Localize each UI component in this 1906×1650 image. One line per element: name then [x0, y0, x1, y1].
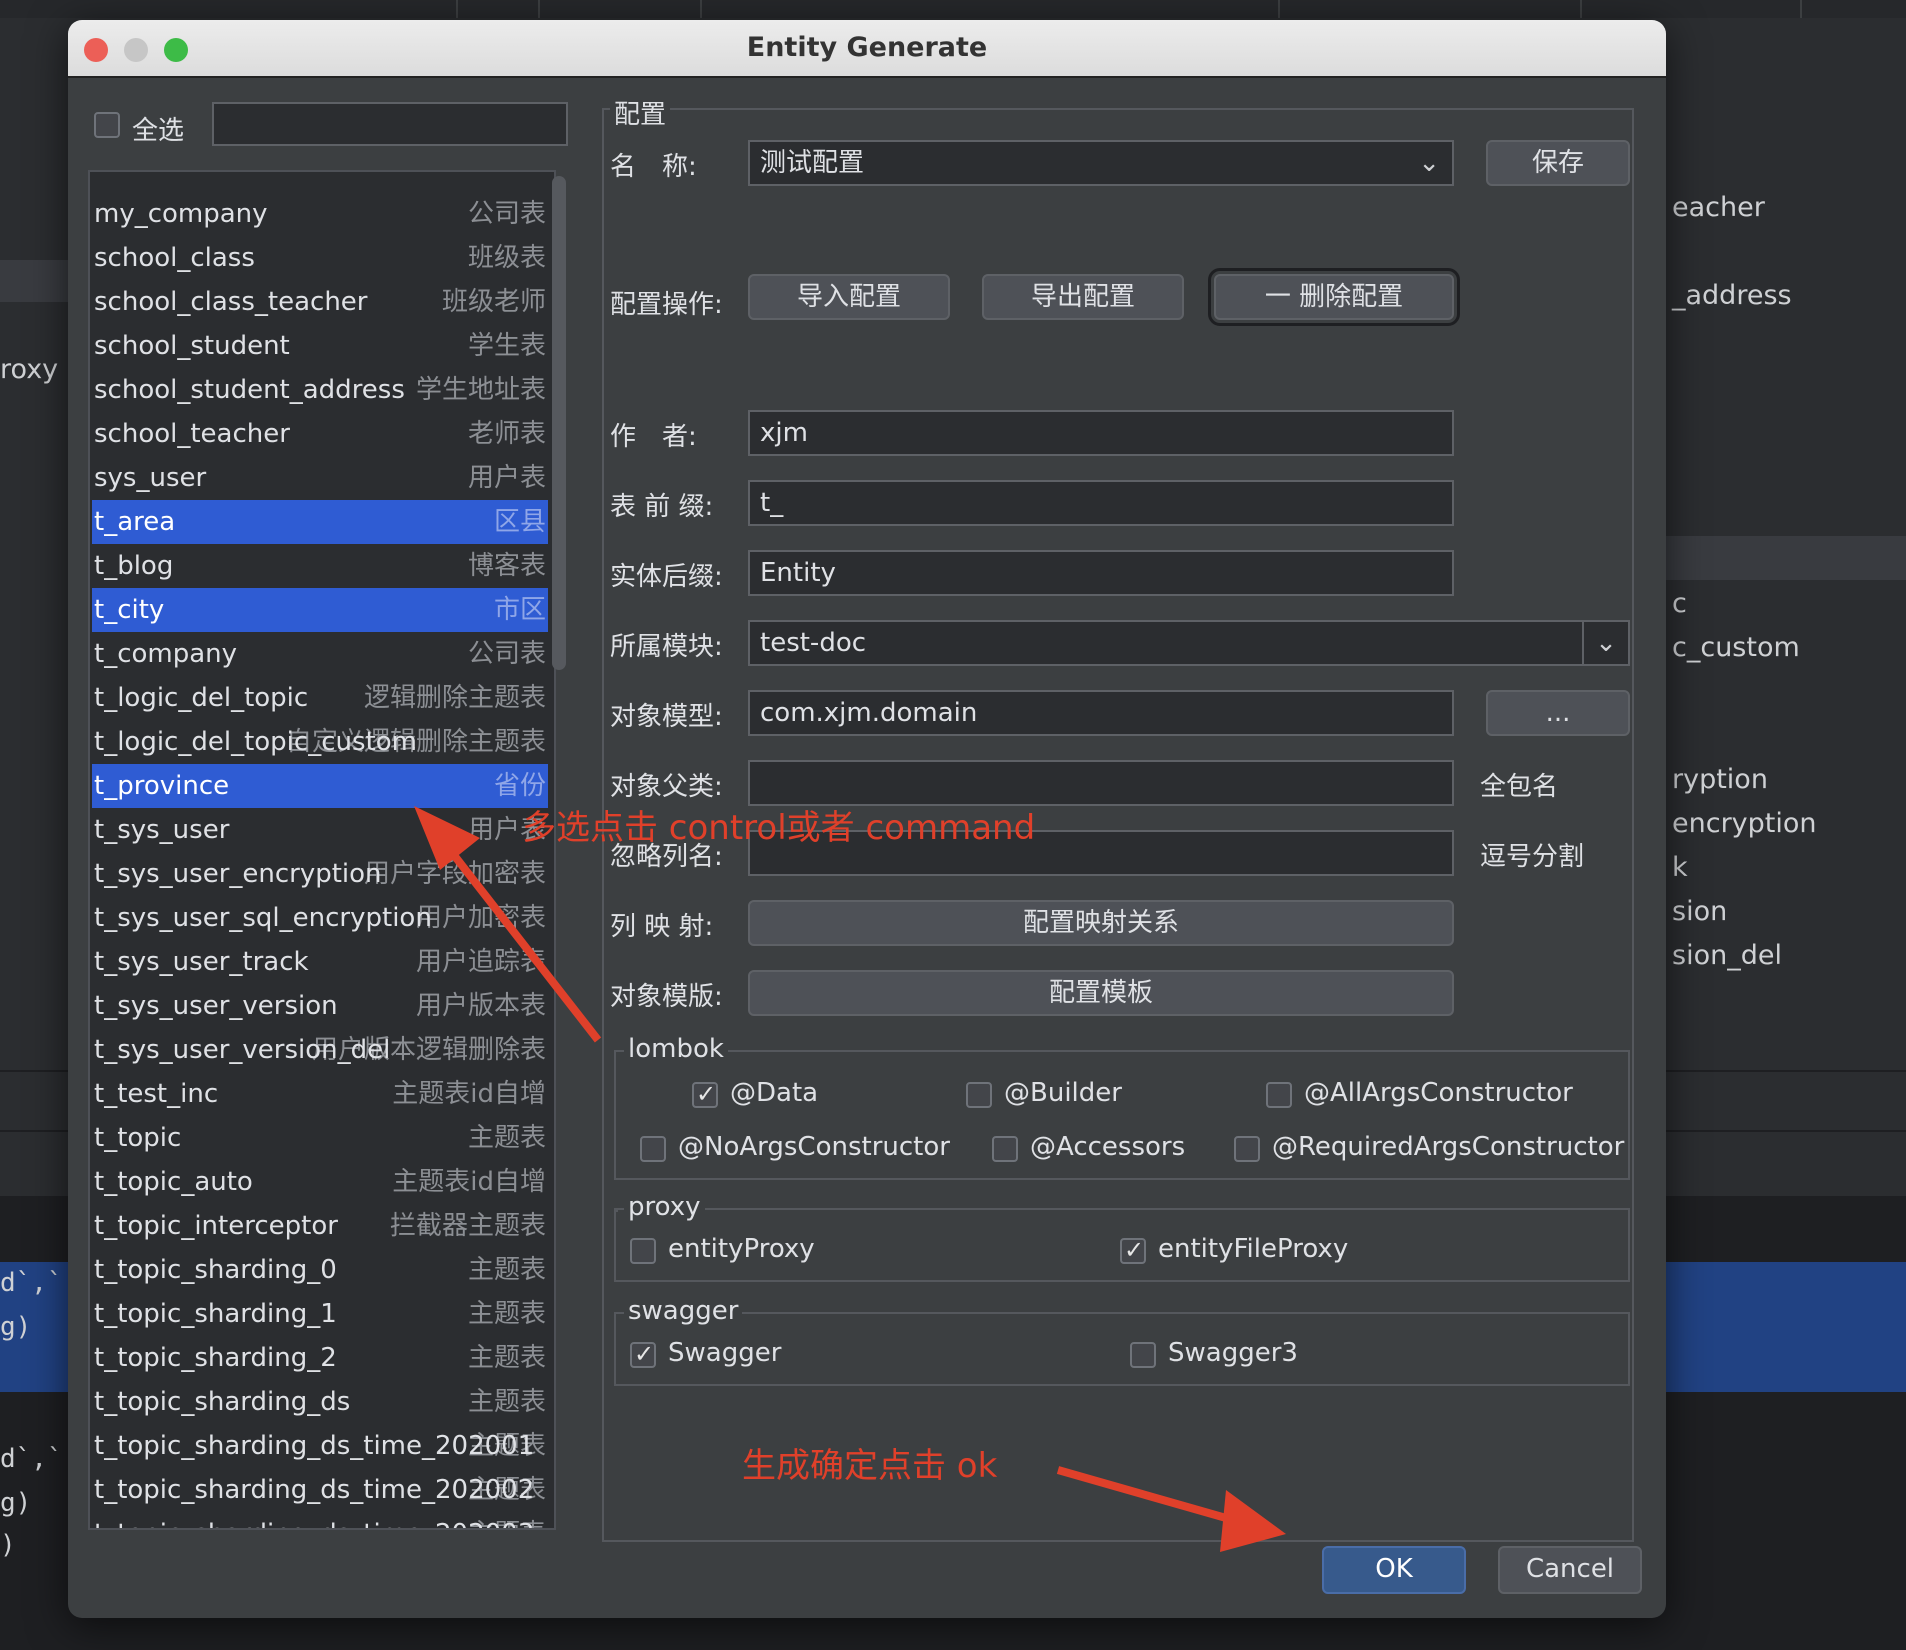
confirm-annotation: 生成确定点击 ok: [742, 1446, 998, 1486]
multi-select-annotation: 多选点击 control或者 command: [522, 808, 1036, 848]
arrow-to-ok-button-icon: [1056, 1466, 1286, 1552]
